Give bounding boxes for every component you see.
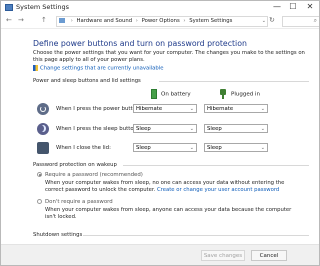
create-password-link[interactable]: Create or change your user account passw… — [157, 187, 279, 193]
change-unavailable-settings-link[interactable]: Change settings that are currently unava… — [33, 65, 163, 72]
title-bar: System Settings — ☐ ✕ — [1, 1, 319, 15]
require-password-description: When your computer wakes from sleep, no … — [45, 180, 300, 193]
up-button[interactable]: ↑ — [41, 16, 47, 24]
section-divider — [159, 81, 309, 82]
intro-text: Choose the power settings that you want … — [33, 50, 305, 63]
dont-require-password-radio[interactable] — [37, 199, 42, 204]
lid-close-label: When I close the lid: — [56, 145, 111, 151]
breadcrumb-system-settings[interactable]: System Settings — [189, 18, 232, 24]
sleep-button-plugged-select[interactable]: Sleep ⌄ — [204, 124, 268, 133]
chevron-down-icon: ⌄ — [189, 145, 194, 151]
require-password-option[interactable]: Require a password (recommended) — [37, 172, 143, 178]
search-icon: ⌕ — [313, 17, 317, 24]
control-panel-icon — [5, 4, 13, 11]
on-battery-label: On battery — [161, 91, 191, 98]
lid-close-plugged-value: Sleep — [207, 145, 222, 151]
sleep-button-row: When I press the sleep button: Sleep ⌄ S… — [37, 123, 287, 137]
minimize-button[interactable]: — — [269, 1, 285, 13]
close-button[interactable]: ✕ — [302, 1, 318, 13]
breadcrumb[interactable]: › Hardware and Sound › Power Options › S… — [56, 16, 268, 27]
sleep-button-battery-value: Sleep — [136, 126, 151, 132]
sleep-button-label: When I press the sleep button: — [56, 126, 139, 132]
sleep-button-battery-select[interactable]: Sleep ⌄ — [133, 124, 197, 133]
plugged-in-header: Plugged in — [219, 89, 260, 99]
save-changes-button[interactable]: Save changes — [201, 250, 245, 261]
section-divider — [123, 165, 309, 166]
breadcrumb-separator: › — [183, 18, 186, 24]
dont-require-password-option[interactable]: Don't require a password — [37, 199, 113, 205]
page-title: Define power buttons and turn on passwor… — [33, 39, 247, 48]
dont-require-password-label: Don't require a password — [45, 199, 113, 205]
lid-close-plugged-select[interactable]: Sleep ⌄ — [204, 143, 268, 152]
search-input[interactable]: ⌕ — [282, 16, 319, 27]
require-password-label: Require a password (recommended) — [45, 172, 143, 178]
back-button[interactable]: ← — [6, 16, 12, 24]
laptop-lid-icon — [37, 142, 49, 154]
power-button-label: When I press the power button: — [56, 106, 142, 112]
cancel-button[interactable]: Cancel — [251, 250, 287, 261]
sleep-button-plugged-value: Sleep — [207, 126, 222, 132]
refresh-icon[interactable]: ↻ — [269, 16, 275, 24]
power-button-battery-select[interactable]: Hibernate ⌄ — [133, 104, 197, 113]
power-button-plugged-value: Hibernate — [207, 106, 234, 112]
chevron-down-icon: ⌄ — [260, 126, 265, 132]
plugged-in-label: Plugged in — [231, 91, 260, 98]
window-title: System Settings — [16, 3, 69, 11]
power-button-icon — [37, 103, 49, 115]
breadcrumb-separator: › — [135, 18, 138, 24]
breadcrumb-hardware-and-sound[interactable]: Hardware and Sound — [77, 18, 133, 24]
power-button-plugged-select[interactable]: Hibernate ⌄ — [204, 104, 268, 113]
forward-button[interactable]: → — [18, 16, 24, 24]
maximize-button[interactable]: ☐ — [285, 1, 301, 13]
plug-icon — [219, 89, 227, 99]
require-password-radio[interactable] — [37, 172, 42, 177]
sleep-button-icon — [37, 123, 49, 135]
dont-require-password-description: When your computer wakes from sleep, any… — [45, 207, 292, 220]
lid-close-row: When I close the lid: Sleep ⌄ Sleep ⌄ — [37, 142, 287, 156]
system-settings-window: System Settings — ☐ ✕ ← → ↑ › Hardware a… — [0, 0, 320, 266]
power-button-battery-value: Hibernate — [136, 106, 163, 112]
breadcrumb-power-options[interactable]: Power Options — [142, 18, 180, 24]
password-section-title: Password protection on wakeup — [33, 162, 117, 168]
navigation-bar: ← → ↑ › Hardware and Sound › Power Optio… — [1, 15, 319, 29]
breadcrumb-separator: › — [70, 18, 73, 24]
section-divider — [83, 235, 309, 236]
shutdown-section-title: Shutdown settings — [33, 232, 83, 238]
chevron-down-icon: ⌄ — [189, 126, 194, 132]
battery-icon — [151, 89, 157, 99]
chevron-down-icon: ⌄ — [260, 106, 265, 112]
chevron-down-icon: ⌄ — [189, 106, 194, 112]
control-panel-icon — [59, 18, 65, 23]
on-battery-header: On battery — [151, 89, 191, 99]
chevron-down-icon: ⌄ — [260, 145, 265, 151]
chevron-down-icon[interactable]: ⌄ — [262, 17, 266, 26]
uac-shield-icon — [33, 65, 38, 71]
power-button-row: When I press the power button: Hibernate… — [37, 103, 287, 117]
lid-close-battery-value: Sleep — [136, 145, 151, 151]
power-section-title: Power and sleep buttons and lid settings — [33, 78, 141, 84]
footer-bar: Save changes Cancel — [1, 244, 319, 265]
change-unavailable-settings-label: Change settings that are currently unava… — [40, 65, 164, 72]
lid-close-battery-select[interactable]: Sleep ⌄ — [133, 143, 197, 152]
